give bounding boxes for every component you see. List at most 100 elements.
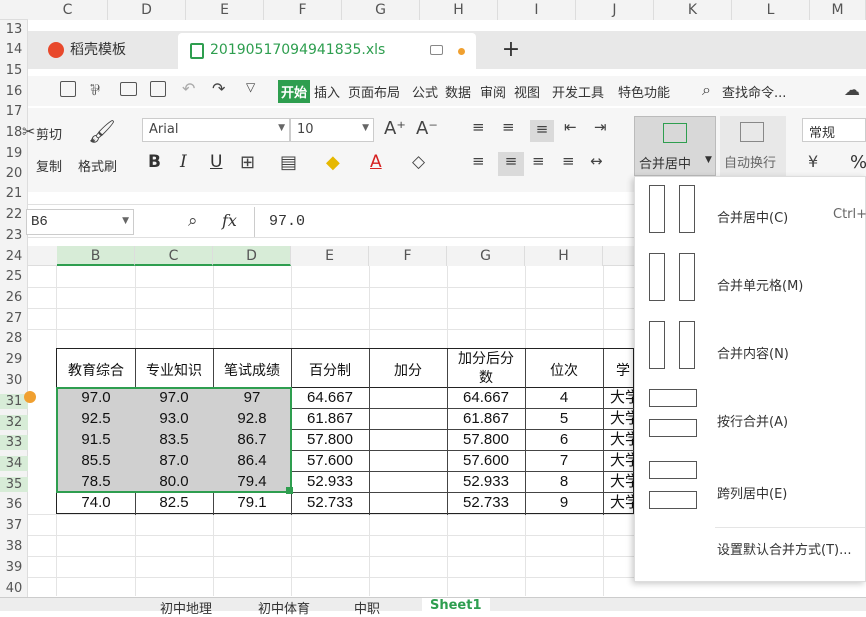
scissors-icon[interactable]: ✂ <box>22 122 35 141</box>
menu-page-layout[interactable]: 页面布局 <box>348 82 400 101</box>
print-icon[interactable] <box>120 82 137 96</box>
header-cell[interactable]: 学 <box>612 360 634 380</box>
grid-col-header-h[interactable]: H <box>525 246 603 266</box>
percent-button[interactable]: % <box>850 152 866 173</box>
font-name-select[interactable]: Arial ▼ <box>142 118 290 142</box>
menu-formula[interactable]: 公式 <box>412 82 438 101</box>
table-cell[interactable]: 61.867 <box>447 409 525 429</box>
menu-review[interactable]: 审阅 <box>480 82 506 101</box>
font-color-icon[interactable]: A <box>370 152 382 172</box>
fx-button[interactable]: fx <box>222 211 237 230</box>
eraser-icon[interactable]: ◇ <box>412 152 425 172</box>
header-cell[interactable]: 加分后分数 <box>453 350 519 388</box>
menu-view[interactable]: 视图 <box>514 82 540 101</box>
sheet-tab[interactable]: 中职 <box>354 598 380 617</box>
menu-data[interactable]: 数据 <box>445 82 471 101</box>
header-cell[interactable]: 加分 <box>369 360 447 380</box>
menu-insert[interactable]: 插入 <box>314 82 340 101</box>
merge-center-button[interactable]: 合并居中 ▼ <box>634 116 716 176</box>
table-cell[interactable]: 52.733 <box>291 493 369 513</box>
format-painter-icon[interactable]: 🖌 <box>88 120 116 145</box>
search-commands[interactable]: 查找命令... <box>722 82 786 101</box>
undo-icon[interactable]: ↶ <box>182 79 195 98</box>
justify-icon[interactable]: ≡ <box>562 152 575 170</box>
grid-col-header-c[interactable]: C <box>135 246 213 266</box>
merge-by-row-option[interactable]: 按行合并(A) <box>635 389 866 449</box>
table-cell[interactable]: 大学 <box>610 409 634 429</box>
default-merge-settings-option[interactable]: 设置默认合并方式(T)... <box>635 533 866 563</box>
table-cell[interactable]: 大学 <box>610 472 634 492</box>
table-cell[interactable]: 5 <box>525 409 603 429</box>
grid-col-header-b[interactable]: B <box>57 246 135 266</box>
chevron-down-icon[interactable]: ▽ <box>246 80 255 94</box>
decrease-font-icon[interactable]: A⁻ <box>416 118 438 139</box>
align-right-icon[interactable]: ≡ <box>532 152 545 170</box>
fill-color-icon[interactable]: ◆ <box>326 152 340 173</box>
table-cell[interactable]: 57.800 <box>447 430 525 450</box>
copy-button[interactable]: 复制 <box>36 156 62 175</box>
fill-handle[interactable] <box>286 487 293 494</box>
italic-button[interactable]: I <box>180 152 187 172</box>
header-cell[interactable]: 笔试成绩 <box>213 360 291 380</box>
search-icon[interactable]: ⌕ <box>702 80 711 100</box>
table-cell[interactable]: 大学 <box>610 451 634 471</box>
table-cell[interactable]: 7 <box>525 451 603 471</box>
table-cell[interactable]: 74.0 <box>57 493 135 513</box>
table-cell[interactable]: 64.667 <box>291 388 369 408</box>
table-cell[interactable]: 大学 <box>610 493 634 513</box>
table-cell[interactable]: 57.800 <box>291 430 369 450</box>
bold-button[interactable]: B <box>148 152 161 172</box>
number-format-select[interactable]: 常规 <box>802 118 866 142</box>
table-cell[interactable]: 4 <box>525 388 603 408</box>
print-preview-icon[interactable] <box>150 81 166 97</box>
header-cell[interactable]: 位次 <box>525 360 603 380</box>
warning-dot-icon[interactable] <box>24 391 36 403</box>
center-across-option[interactable]: 跨列居中(E) <box>635 461 866 521</box>
merge-center-option[interactable]: 合并居中(C) Ctrl+ <box>635 185 866 245</box>
zoom-icon[interactable]: ⌕ <box>188 211 198 231</box>
cell-style-icon[interactable]: ▤ <box>280 152 297 173</box>
format-painter-button[interactable]: 格式刷 <box>78 156 117 175</box>
header-cell[interactable]: 专业知识 <box>135 360 213 380</box>
table-cell[interactable]: 79.1 <box>213 493 291 513</box>
table-cell[interactable]: 大学 <box>610 430 634 450</box>
table-cell[interactable]: 6 <box>525 430 603 450</box>
save-icon[interactable] <box>60 81 76 97</box>
align-top-icon[interactable]: ≡ <box>472 118 485 136</box>
file-tab[interactable]: 20190517094941835.xls <box>178 33 476 69</box>
template-tab[interactable]: 稻壳模板 <box>36 33 176 69</box>
monitor-icon[interactable] <box>430 45 443 55</box>
menu-start[interactable]: 开始 <box>278 80 311 103</box>
header-cell[interactable]: 百分制 <box>291 360 369 380</box>
table-cell[interactable]: 57.600 <box>291 451 369 471</box>
indent-increase-icon[interactable]: ⇥ <box>594 118 607 136</box>
borders-icon[interactable]: ⊞ <box>240 152 255 173</box>
menu-dev-tools[interactable]: 开发工具 <box>552 82 604 101</box>
grid-col-header-d[interactable]: D <box>213 246 291 266</box>
merge-cells-option[interactable]: 合并单元格(M) <box>635 253 866 313</box>
align-middle-icon[interactable]: ≡ <box>502 118 515 136</box>
header-cell[interactable]: 教育综合 <box>57 360 135 380</box>
new-tab-button[interactable]: + <box>496 33 526 69</box>
cut-button[interactable]: 剪切 <box>36 124 62 143</box>
underline-button[interactable]: U <box>210 152 222 172</box>
currency-icon[interactable]: ¥ <box>808 152 818 171</box>
align-center-icon[interactable]: ≡ <box>498 152 524 176</box>
increase-font-icon[interactable]: A⁺ <box>384 118 406 139</box>
table-cell[interactable]: 61.867 <box>291 409 369 429</box>
name-box[interactable]: B6 ▼ <box>26 209 134 235</box>
redo-icon[interactable]: ↷ <box>212 79 225 98</box>
wrap-text-button[interactable]: 自动换行 <box>720 116 786 176</box>
sheet-tab[interactable]: 初中体育 <box>258 598 310 617</box>
align-left-icon[interactable]: ≡ <box>472 152 485 170</box>
table-cell[interactable]: 大学 <box>610 388 634 408</box>
table-cell[interactable]: 52.733 <box>447 493 525 513</box>
grid-col-header-f[interactable]: F <box>369 246 447 266</box>
table-cell[interactable]: 9 <box>525 493 603 513</box>
table-cell[interactable]: 52.933 <box>447 472 525 492</box>
grid-col-header-e[interactable]: E <box>291 246 369 266</box>
distribute-icon[interactable]: ↔ <box>590 152 603 170</box>
font-size-select[interactable]: 10 ▼ <box>290 118 374 142</box>
menu-special[interactable]: 特色功能 <box>618 82 670 101</box>
sheet-tab[interactable]: 初中地理 <box>160 598 212 617</box>
